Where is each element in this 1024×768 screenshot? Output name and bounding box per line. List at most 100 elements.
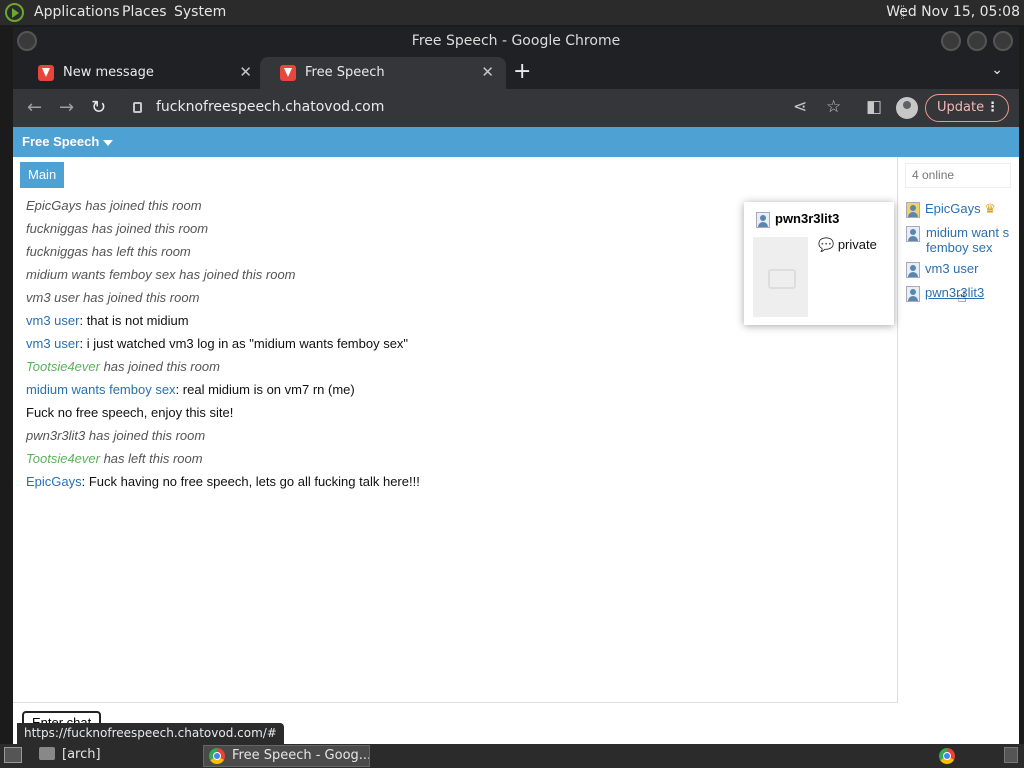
forward-icon[interactable]: →: [59, 97, 74, 118]
message-text: : that is not midium: [79, 313, 189, 328]
user-list: 4 online EpicGays ♛ midium want s femboy…: [899, 157, 1019, 744]
message-text: has left this room: [99, 451, 203, 466]
places-menu[interactable]: Places: [122, 4, 167, 20]
browser-toolbar: ← → ↻ fucknofreespeech.chatovod.com ⋖ ☆ …: [13, 89, 1019, 127]
message-text: vm3 user has joined this room: [26, 290, 200, 305]
room-header[interactable]: Free Speech: [13, 127, 1019, 157]
user-icon: [906, 285, 920, 302]
user-item-epicgays[interactable]: EpicGays ♛: [906, 201, 996, 218]
tab-free-speech[interactable]: Free Speech ✕: [260, 57, 506, 89]
chatovod-favicon-icon: [280, 65, 296, 81]
minimize-icon[interactable]: [941, 31, 961, 51]
message-text: midium wants femboy sex has joined this …: [26, 267, 296, 282]
message-nick-link[interactable]: Tootsie4ever: [26, 359, 100, 374]
bookmark-star-icon[interactable]: ☆: [826, 97, 841, 117]
chat-message: vm3 user: that is not midium: [26, 314, 420, 337]
share-icon[interactable]: ⋖: [793, 97, 807, 117]
user-icon: [756, 211, 770, 228]
update-label: Update: [937, 100, 985, 115]
message-nick-link[interactable]: vm3 user: [26, 313, 79, 328]
message-nick-link[interactable]: Tootsie4ever: [26, 451, 100, 466]
web-page: Free Speech Main EpicGays has joined thi…: [13, 127, 1019, 744]
chat-message: Fuck no free speech, enjoy this site!: [26, 406, 420, 429]
chevron-down-icon[interactable]: [103, 139, 114, 146]
chat-message: Tootsie4ever has joined this room: [26, 360, 420, 383]
chat-message: midium wants femboy sex: real midium is …: [26, 383, 420, 406]
user-popup: pwn3r3lit3 💬 private: [744, 202, 894, 325]
update-button[interactable]: Update ⋮: [925, 94, 1009, 122]
room-name[interactable]: Free Speech: [22, 134, 99, 149]
user-item-pwn3r3lit3[interactable]: pwn3r3lit3: [906, 285, 984, 302]
chat-message: vm3 user has joined this room: [26, 291, 420, 314]
speech-bubble-icon: 💬: [818, 237, 835, 252]
tab-search-chevron-icon[interactable]: ⌄: [991, 62, 1003, 78]
browser-window: Free Speech - Google Chrome New message …: [13, 27, 1019, 744]
reload-icon[interactable]: ↻: [91, 97, 106, 118]
link-status-bubble: https://fucknofreespeech.chatovod.com/#: [17, 723, 284, 744]
message-nick-link[interactable]: vm3 user: [26, 336, 79, 351]
tab-close-icon[interactable]: ✕: [239, 63, 252, 81]
message-text: : Fuck having no free speech, lets go al…: [81, 474, 420, 489]
user-name[interactable]: vm3 user: [925, 261, 978, 276]
camera-placeholder-icon: [753, 237, 808, 317]
taskbar-arch[interactable]: [arch]: [62, 747, 101, 762]
user-name[interactable]: pwn3r3lit3: [925, 285, 984, 300]
distro-logo-icon[interactable]: [5, 3, 24, 22]
message-nick-link[interactable]: midium wants femboy sex: [26, 382, 176, 397]
hand-cursor-icon: ☝: [957, 287, 967, 306]
tab-new-message[interactable]: New message ✕: [18, 57, 264, 89]
show-desktop-icon[interactable]: [4, 747, 22, 763]
user-icon: [906, 261, 920, 278]
crown-icon: ♛: [984, 201, 996, 216]
taskbar-chrome-window[interactable]: Free Speech - Goog...: [203, 745, 370, 767]
message-text: has joined this room: [99, 359, 220, 374]
address-bar[interactable]: fucknofreespeech.chatovod.com: [121, 93, 851, 123]
applications-menu[interactable]: Applications: [34, 4, 120, 20]
popup-name-text: pwn3r3lit3: [775, 211, 840, 226]
message-text: : i just watched vm3 log in as "midium w…: [79, 336, 409, 351]
user-icon: [906, 201, 920, 218]
side-panel-icon[interactable]: ◧: [866, 97, 882, 117]
chrome-icon: [209, 748, 225, 764]
system-menu[interactable]: System: [174, 4, 226, 20]
user-name[interactable]: EpicGays: [925, 201, 981, 216]
chat-message: pwn3r3lit3 has joined this room: [26, 429, 420, 452]
tab-main[interactable]: Main: [20, 162, 65, 188]
message-nick-link[interactable]: EpicGays: [26, 474, 82, 489]
tab-strip: New message ✕ Free Speech ✕ + ⌄: [13, 55, 1019, 89]
taskbar-chrome-label: Free Speech - Goog...: [232, 748, 370, 763]
kebab-menu-icon[interactable]: ⋮: [986, 95, 999, 121]
message-text: EpicGays has joined this room: [26, 198, 202, 213]
message-text: fuckniggas has left this room: [26, 244, 191, 259]
popup-user-name: pwn3r3lit3: [756, 211, 839, 228]
new-tab-icon[interactable]: +: [513, 59, 531, 84]
message-text: : real midium is on vm7 rn (me): [175, 382, 355, 397]
profile-avatar-icon[interactable]: [896, 97, 918, 119]
window-menu-icon[interactable]: [17, 31, 37, 51]
bottom-taskbar: [arch] Free Speech - Goog...: [0, 744, 1024, 768]
close-window-icon[interactable]: [993, 31, 1013, 51]
private-message-link[interactable]: 💬 private: [818, 237, 877, 253]
user-item-vm3-user[interactable]: vm3 user: [906, 261, 978, 278]
message-text: Fuck no free speech, enjoy this site!: [26, 405, 234, 420]
window-title: Free Speech - Google Chrome: [411, 33, 621, 49]
chrome-launcher-icon[interactable]: [939, 748, 955, 764]
online-count: 4 online: [905, 163, 1011, 188]
chat-message: Tootsie4ever has left this room: [26, 452, 420, 475]
trash-icon[interactable]: [1004, 747, 1018, 763]
maximize-icon[interactable]: [967, 31, 987, 51]
clock[interactable]: Wed Nov 15, 05:08: [886, 4, 1020, 20]
lock-icon[interactable]: [133, 102, 142, 113]
message-text: pwn3r3lit3 has joined this room: [26, 428, 206, 443]
user-name[interactable]: midium want s femboy sex: [926, 225, 1014, 255]
private-label: private: [837, 237, 877, 252]
back-icon[interactable]: ←: [27, 97, 42, 118]
message-list: EpicGays has joined this room fuckniggas …: [26, 199, 420, 498]
chat-message: midium wants femboy sex has joined this …: [26, 268, 420, 291]
tab-title: New message: [63, 65, 154, 80]
user-item-midium[interactable]: midium want s femboy sex: [906, 225, 1014, 255]
tab-close-icon[interactable]: ✕: [481, 63, 494, 81]
url-text: fucknofreespeech.chatovod.com: [156, 99, 385, 115]
message-text: fuckniggas has joined this room: [26, 221, 209, 236]
window-titlebar[interactable]: Free Speech - Google Chrome: [13, 27, 1019, 55]
